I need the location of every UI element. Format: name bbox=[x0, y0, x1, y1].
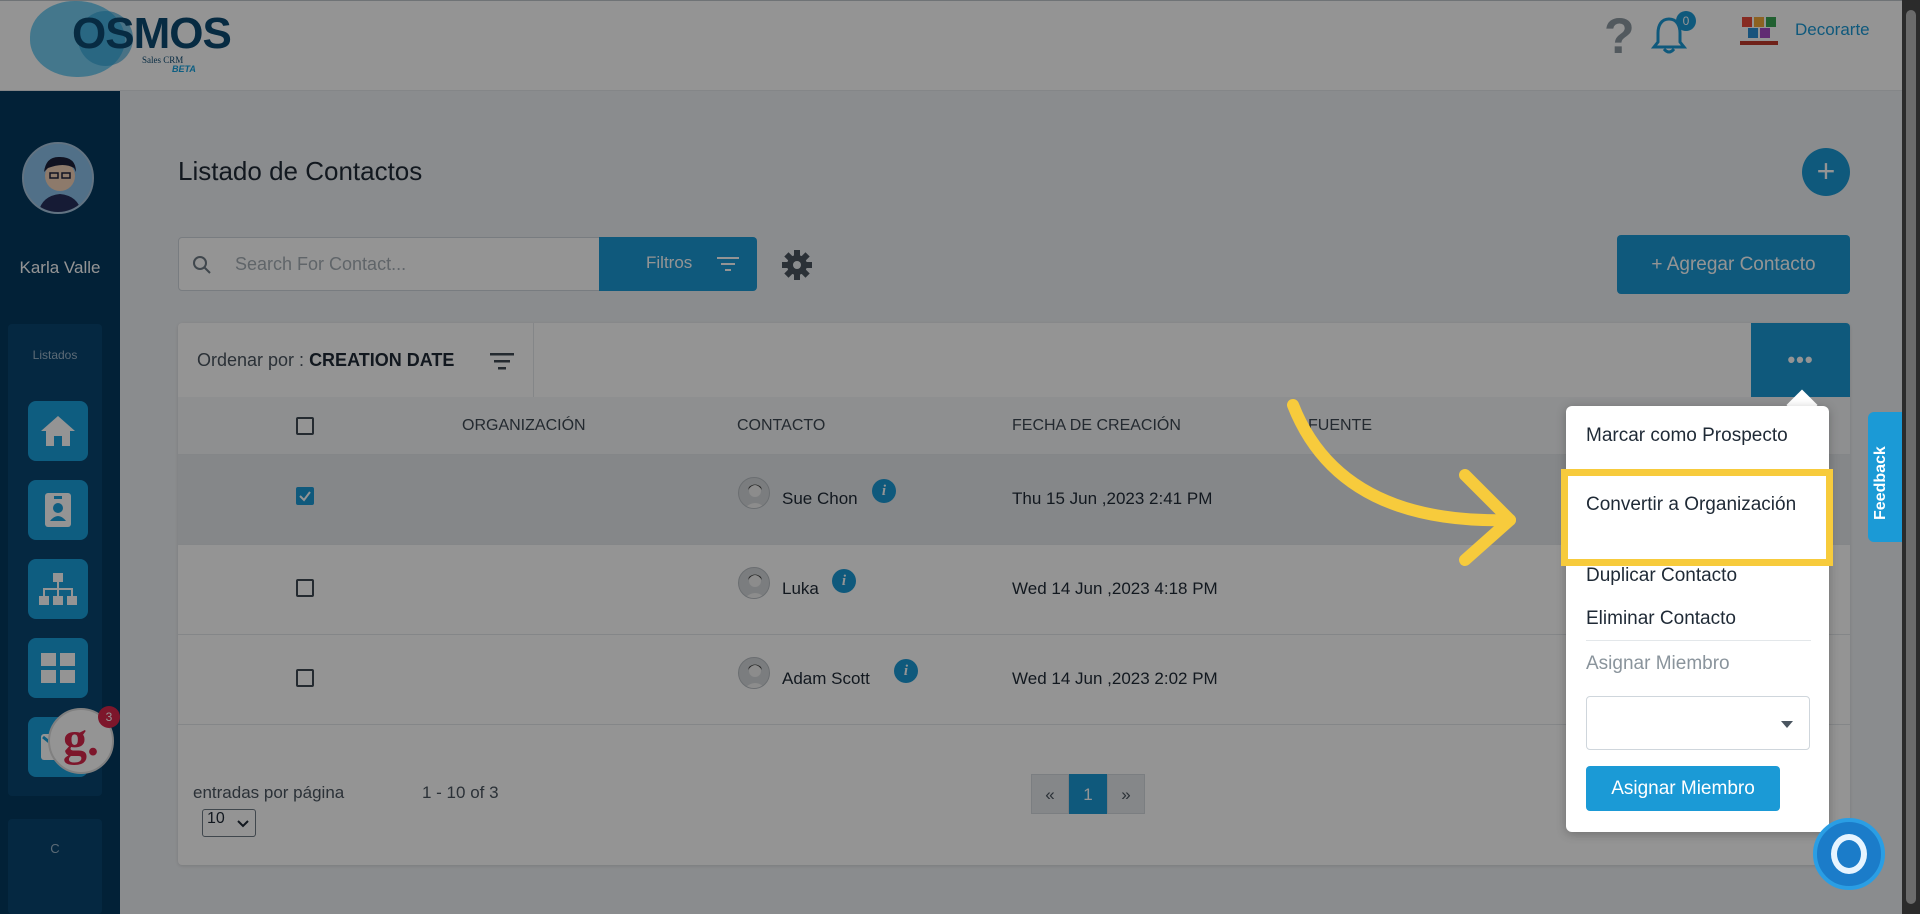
menu-divider bbox=[1586, 640, 1811, 641]
chevron-down-icon bbox=[1781, 721, 1793, 728]
assign-member-button[interactable]: Asignar Miembro bbox=[1586, 766, 1780, 811]
assign-member-heading: Asignar Miembro bbox=[1586, 653, 1730, 674]
menu-item-duplicate[interactable]: Duplicar Contacto bbox=[1586, 563, 1811, 588]
scrollbar[interactable] bbox=[1902, 0, 1920, 914]
tutorial-highlight-box bbox=[1561, 469, 1833, 566]
feedback-label: Feedback bbox=[1872, 446, 1889, 520]
chat-button[interactable] bbox=[1813, 818, 1885, 890]
tutorial-arrow-icon bbox=[1287, 399, 1516, 566]
menu-item-delete[interactable]: Eliminar Contacto bbox=[1586, 606, 1811, 631]
scrollbar-thumb[interactable] bbox=[1906, 10, 1916, 904]
menu-item-mark-prospect[interactable]: Marcar como Prospecto bbox=[1586, 423, 1811, 448]
member-select[interactable] bbox=[1586, 696, 1810, 750]
chat-icon bbox=[1831, 834, 1867, 874]
